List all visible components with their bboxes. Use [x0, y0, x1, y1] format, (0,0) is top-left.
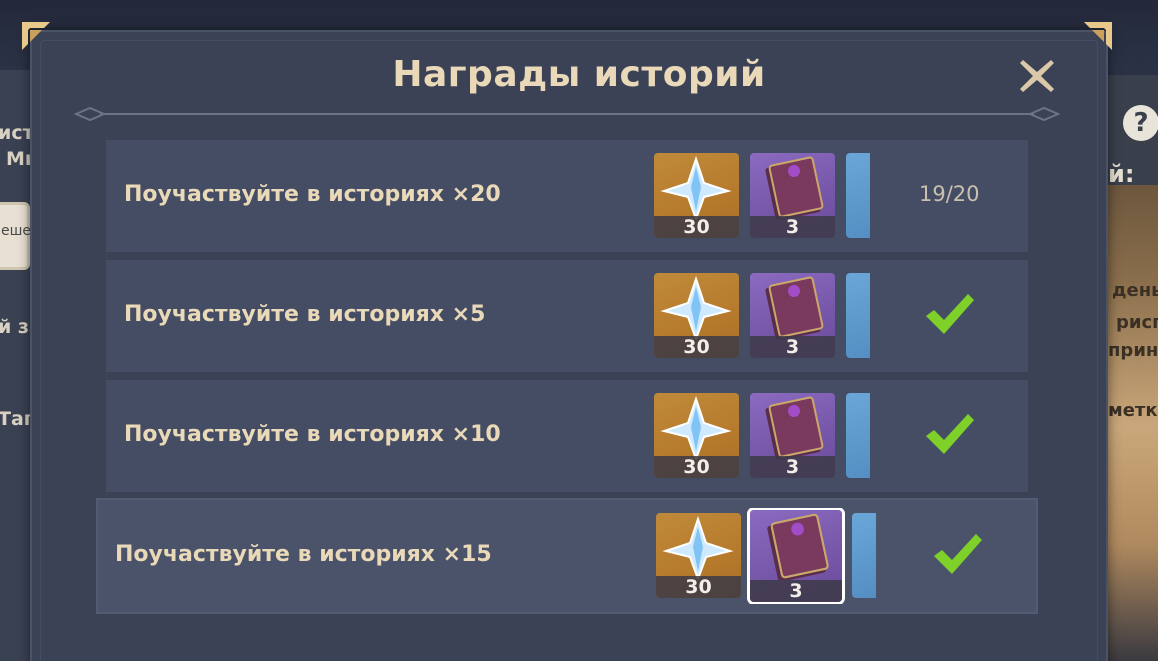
- reward-list: 30 3: [654, 508, 876, 604]
- reward-tile-book-selected[interactable]: 3: [750, 510, 842, 602]
- close-icon[interactable]: [1017, 56, 1057, 96]
- primogem-icon: [660, 395, 732, 459]
- progress-counter: 19/20: [919, 182, 980, 206]
- corner-ornament-icon: [1084, 22, 1112, 50]
- background-right-text: й:: [1108, 160, 1135, 188]
- dialog-title: Награды историй: [392, 54, 766, 95]
- reward-tile-book[interactable]: 3: [750, 273, 835, 358]
- background-right-text: рисп: [1116, 312, 1158, 333]
- checkmark-icon: [926, 414, 974, 454]
- reward-count: 3: [750, 456, 835, 478]
- reward-tile-primogem[interactable]: 30: [654, 273, 739, 358]
- book-icon: [767, 513, 829, 580]
- reward-count: 30: [654, 456, 739, 478]
- reward-count: 3: [750, 336, 835, 358]
- reward-tile-primogem[interactable]: 30: [654, 393, 739, 478]
- reward-count: 3: [750, 216, 835, 238]
- reward-tile-partial[interactable]: [852, 513, 876, 598]
- book-icon: [765, 276, 824, 339]
- reward-tile-partial[interactable]: [846, 273, 870, 358]
- task-label: Поучаствуйте в историях ×20: [124, 182, 501, 207]
- reward-tile-book[interactable]: 3: [750, 393, 835, 478]
- checkmark-icon: [926, 294, 974, 334]
- background-left-button: ешеі: [0, 202, 35, 270]
- primogem-icon: [660, 155, 732, 219]
- reward-count: 30: [654, 336, 739, 358]
- reward-list: 30 3: [654, 393, 870, 479]
- book-icon: [765, 396, 824, 459]
- background-right-text: прин: [1108, 340, 1158, 361]
- task-label: Поучаствуйте в историях ×5: [124, 302, 486, 327]
- background-left-text: ист: [0, 122, 34, 144]
- primogem-icon: [660, 275, 732, 339]
- reward-count: 30: [654, 216, 739, 238]
- corner-ornament-icon: [22, 22, 50, 50]
- reward-tile-partial[interactable]: [846, 393, 870, 478]
- checkmark-icon: [934, 534, 982, 574]
- task-label: Поучаствуйте в историях ×10: [124, 422, 501, 447]
- reward-tile-book[interactable]: 3: [750, 153, 835, 238]
- reward-tile-primogem[interactable]: 30: [654, 153, 739, 238]
- title-divider: [73, 106, 1061, 122]
- background-right-text: метк: [1108, 400, 1158, 421]
- reward-tile-partial[interactable]: [846, 153, 870, 238]
- book-icon: [765, 156, 824, 219]
- reward-list: 30 3: [654, 273, 870, 359]
- background-left-text: Таг: [0, 408, 34, 430]
- primogem-icon: [662, 515, 734, 579]
- help-icon[interactable]: ?: [1123, 105, 1158, 141]
- reward-count: 30: [656, 576, 741, 598]
- task-label: Поучаствуйте в историях ×15: [115, 542, 492, 567]
- background-right-text: день: [1112, 280, 1158, 301]
- reward-tile-primogem[interactable]: 30: [656, 513, 741, 598]
- reward-list: 30 3: [654, 153, 870, 239]
- reward-count: 3: [750, 580, 842, 602]
